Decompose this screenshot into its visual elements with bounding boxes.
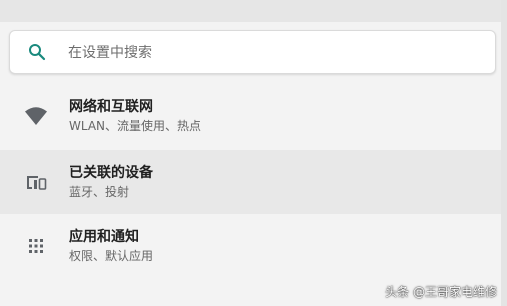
- settings-item-subtitle: 权限、默认应用: [69, 248, 154, 263]
- settings-item-subtitle: 蓝牙、投射: [69, 184, 130, 199]
- settings-item-connected-devices[interactable]: 已关联的设备 蓝牙、投射: [0, 150, 501, 214]
- settings-item-subtitle: WLAN、流量使用、热点: [69, 118, 202, 133]
- connected-devices-icon: [21, 171, 51, 193]
- search-placeholder: 在设置中搜索: [68, 45, 152, 61]
- apps-grid-icon: [21, 235, 51, 257]
- settings-item-title: 已关联的设备: [69, 164, 153, 181]
- settings-item-text: 已关联的设备 蓝牙、投射: [69, 164, 153, 201]
- watermark: 头条 @王哥家电维修: [385, 285, 497, 299]
- search-bar[interactable]: 在设置中搜索: [9, 30, 496, 74]
- settings-list: 在设置中搜索 网络和互联网 WLAN、流量使用、热点 已关联的设备 蓝牙、投射 …: [0, 22, 501, 306]
- wifi-icon: [21, 105, 51, 127]
- settings-item-text: 网络和互联网 WLAN、流量使用、热点: [69, 98, 201, 135]
- settings-screen: 在设置中搜索 网络和互联网 WLAN、流量使用、热点 已关联的设备 蓝牙、投射 …: [0, 0, 507, 306]
- top-bar: [0, 0, 507, 22]
- settings-item-apps[interactable]: 应用和通知 权限、默认应用: [0, 214, 501, 278]
- settings-item-title: 网络和互联网: [69, 98, 153, 115]
- search-icon: [26, 41, 48, 63]
- scrollbar-track: [501, 0, 507, 306]
- settings-item-title: 应用和通知: [69, 228, 139, 245]
- settings-item-text: 应用和通知 权限、默认应用: [69, 228, 153, 265]
- settings-item-network[interactable]: 网络和互联网 WLAN、流量使用、热点: [0, 84, 501, 148]
